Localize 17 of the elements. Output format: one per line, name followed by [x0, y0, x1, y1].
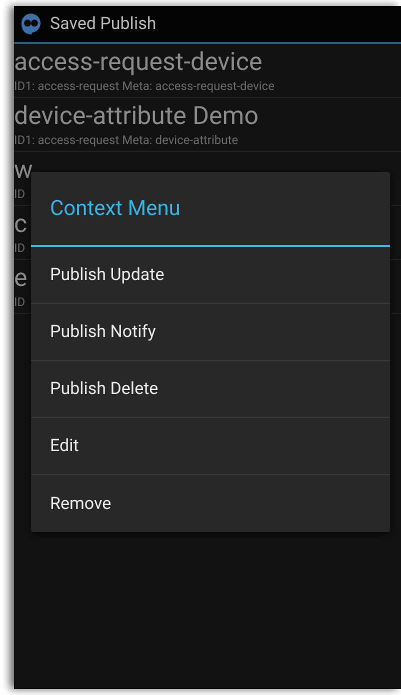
item-title: e — [14, 264, 28, 294]
menu-item[interactable]: Publish Update — [31, 247, 390, 304]
item-title: c — [14, 210, 28, 240]
item-subtitle: ID — [14, 240, 26, 256]
item-title: device-attribute Demo — [14, 102, 258, 132]
item-subtitle: ID1: access-request Meta: access-request-device — [14, 78, 274, 94]
menu-item[interactable]: Remove — [31, 475, 390, 532]
item-title: access-request-device — [14, 48, 262, 78]
item-title: w — [14, 156, 33, 186]
app-title: Saved Publish — [50, 14, 156, 34]
menu-item[interactable]: Edit — [31, 418, 390, 475]
item-subtitle: ID — [14, 294, 26, 310]
menu-item[interactable]: Publish Notify — [31, 304, 390, 361]
item-subtitle: ID — [14, 186, 26, 202]
item-subtitle: ID1: access-request Meta: device-attribute — [14, 132, 238, 148]
menu-item[interactable]: Publish Delete — [31, 361, 390, 418]
menu-title: Context Menu — [31, 172, 390, 247]
